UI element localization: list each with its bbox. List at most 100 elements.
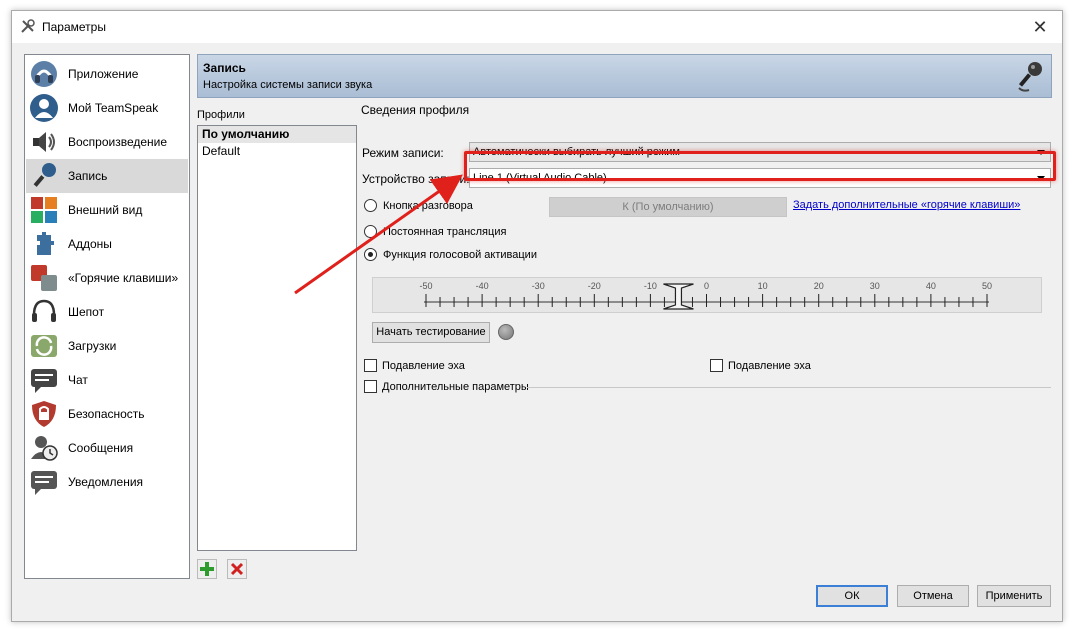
notifications-icon bbox=[28, 466, 60, 498]
settings-sidebar: Приложение Мой TeamSpeak Воспроизведение… bbox=[24, 54, 190, 579]
user-icon bbox=[28, 92, 60, 124]
device-label: Устройство записи: bbox=[362, 172, 470, 186]
apply-button[interactable]: Применить bbox=[977, 585, 1051, 607]
checkbox-box bbox=[364, 359, 377, 372]
radio-voice-activation[interactable]: Функция голосовой активации bbox=[364, 248, 537, 261]
microphone-icon bbox=[1015, 60, 1045, 97]
tick-label: 10 bbox=[758, 281, 768, 291]
sidebar-item-appearance[interactable]: Внешний вид bbox=[26, 193, 188, 227]
title-bar: Параметры ✕ bbox=[12, 11, 1062, 43]
tick-label: -10 bbox=[644, 281, 657, 291]
radio-continuous[interactable]: Постоянная трансляция bbox=[364, 225, 506, 238]
tick-label: 50 bbox=[982, 281, 992, 291]
sidebar-item-label: Безопасность bbox=[68, 407, 145, 421]
tick-label: -30 bbox=[532, 281, 545, 291]
sidebar-item-label: Сообщения bbox=[68, 441, 134, 455]
profiles-list: По умолчанию Default bbox=[197, 125, 357, 551]
sidebar-item-label: Чат bbox=[68, 373, 88, 387]
echo-cancel-checkbox-2[interactable]: Подавление эха bbox=[710, 359, 811, 372]
cancel-button[interactable]: Отмена bbox=[897, 585, 969, 607]
sidebar-item-hotkeys[interactable]: «Горячие клавиши» bbox=[26, 261, 188, 295]
speaker-icon bbox=[28, 126, 60, 158]
checkbox-label: Подавление эха bbox=[382, 359, 465, 372]
sidebar-item-label: Мой TeamSpeak bbox=[68, 101, 159, 115]
page-subtitle: Настройка системы записи звука bbox=[203, 79, 373, 91]
sidebar-item-addons[interactable]: Аддоны bbox=[26, 227, 188, 261]
plus-icon bbox=[200, 562, 214, 576]
delete-icon bbox=[230, 562, 244, 576]
radio-push-to-talk[interactable]: Кнопка разговора bbox=[364, 199, 473, 212]
tick-label: -20 bbox=[588, 281, 601, 291]
mode-label: Режим записи: bbox=[362, 146, 444, 160]
profiles-label: Профили bbox=[197, 109, 245, 121]
profile-item[interactable]: По умолчанию bbox=[198, 126, 356, 143]
sidebar-item-label: Внешний вид bbox=[68, 203, 143, 217]
chat-icon bbox=[28, 364, 60, 396]
microphone-icon bbox=[28, 160, 60, 192]
device-highlight bbox=[464, 151, 1056, 181]
sidebar-item-downloads[interactable]: Загрузки bbox=[26, 329, 188, 363]
tick-label: 0 bbox=[704, 281, 709, 291]
radio-label: Кнопка разговора bbox=[383, 199, 473, 212]
tick-label: 40 bbox=[926, 281, 936, 291]
echo-cancel-checkbox-1[interactable]: Подавление эха bbox=[364, 359, 465, 372]
tick-label: 20 bbox=[814, 281, 824, 291]
sidebar-item-label: Аддоны bbox=[68, 237, 112, 251]
sidebar-item-label: Загрузки bbox=[68, 339, 117, 353]
section-title: Сведения профиля bbox=[361, 103, 470, 117]
level-meter: -50 -40 -30 -20 -10 0 10 20 30 40 50 bbox=[419, 281, 992, 310]
sidebar-item-notifications[interactable]: Уведомления bbox=[26, 465, 188, 499]
sidebar-item-security[interactable]: Безопасность bbox=[26, 397, 188, 431]
add-profile-button[interactable] bbox=[197, 559, 217, 579]
voice-activation-slider[interactable]: -50 -40 -30 -20 -10 0 10 20 30 40 50 bbox=[372, 277, 1042, 313]
page-header: Запись Настройка системы записи звука bbox=[197, 54, 1052, 98]
sidebar-item-label: Воспроизведение bbox=[68, 135, 168, 149]
sidebar-item-messages[interactable]: Сообщения bbox=[26, 431, 188, 465]
tools-icon bbox=[20, 18, 36, 34]
sidebar-item-playback[interactable]: Воспроизведение bbox=[26, 125, 188, 159]
checkbox-box bbox=[364, 380, 377, 393]
status-indicator-icon bbox=[498, 324, 514, 340]
settings-window: Параметры ✕ Приложение Мой TeamSpeak Вос… bbox=[11, 10, 1063, 622]
sidebar-item-whisper[interactable]: Шепот bbox=[26, 295, 188, 329]
hotkey-button[interactable]: К (По умолчанию) bbox=[549, 197, 787, 217]
sidebar-item-chat[interactable]: Чат bbox=[26, 363, 188, 397]
radio-label: Функция голосовой активации bbox=[383, 248, 537, 261]
application-icon bbox=[28, 58, 60, 90]
radio-circle bbox=[364, 248, 377, 261]
threshold-handle[interactable] bbox=[663, 283, 694, 310]
tick-label: -50 bbox=[419, 281, 432, 291]
sidebar-item-application[interactable]: Приложение bbox=[26, 57, 188, 91]
puzzle-icon bbox=[28, 228, 60, 260]
sidebar-item-label: Уведомления bbox=[68, 475, 144, 489]
checkbox-label: Дополнительные параметры bbox=[382, 380, 529, 393]
extra-hotkeys-link[interactable]: Задать дополнительные «горячие клавиши» bbox=[793, 199, 1020, 211]
advanced-options-checkbox[interactable]: Дополнительные параметры bbox=[364, 380, 529, 393]
sidebar-item-recording[interactable]: Запись bbox=[26, 159, 188, 193]
palette-icon bbox=[28, 194, 60, 226]
radio-circle bbox=[364, 225, 377, 238]
page-title: Запись bbox=[203, 61, 246, 75]
sidebar-item-label: Приложение bbox=[68, 67, 139, 81]
remove-profile-button[interactable] bbox=[227, 559, 247, 579]
checkbox-label: Подавление эха bbox=[728, 359, 811, 372]
tick-label: 30 bbox=[870, 281, 880, 291]
start-test-button[interactable]: Начать тестирование bbox=[372, 322, 490, 343]
checkbox-box bbox=[710, 359, 723, 372]
tick-label: -40 bbox=[476, 281, 489, 291]
shield-icon bbox=[28, 398, 60, 430]
headset-icon bbox=[28, 296, 60, 328]
ok-button[interactable]: ОК bbox=[816, 585, 888, 607]
window-title: Параметры bbox=[42, 20, 106, 34]
profile-item[interactable]: Default bbox=[198, 143, 356, 160]
radio-circle bbox=[364, 199, 377, 212]
messages-icon bbox=[28, 432, 60, 464]
hotkeys-icon bbox=[28, 262, 60, 294]
sidebar-item-label: Запись bbox=[68, 169, 108, 183]
sidebar-item-label: Шепот bbox=[68, 305, 105, 319]
divider bbox=[527, 387, 1051, 388]
radio-label: Постоянная трансляция bbox=[383, 225, 507, 238]
sidebar-item-label: «Горячие клавиши» bbox=[68, 271, 179, 285]
sidebar-item-my-teamspeak[interactable]: Мой TeamSpeak bbox=[26, 91, 188, 125]
close-button[interactable]: ✕ bbox=[1018, 11, 1062, 43]
